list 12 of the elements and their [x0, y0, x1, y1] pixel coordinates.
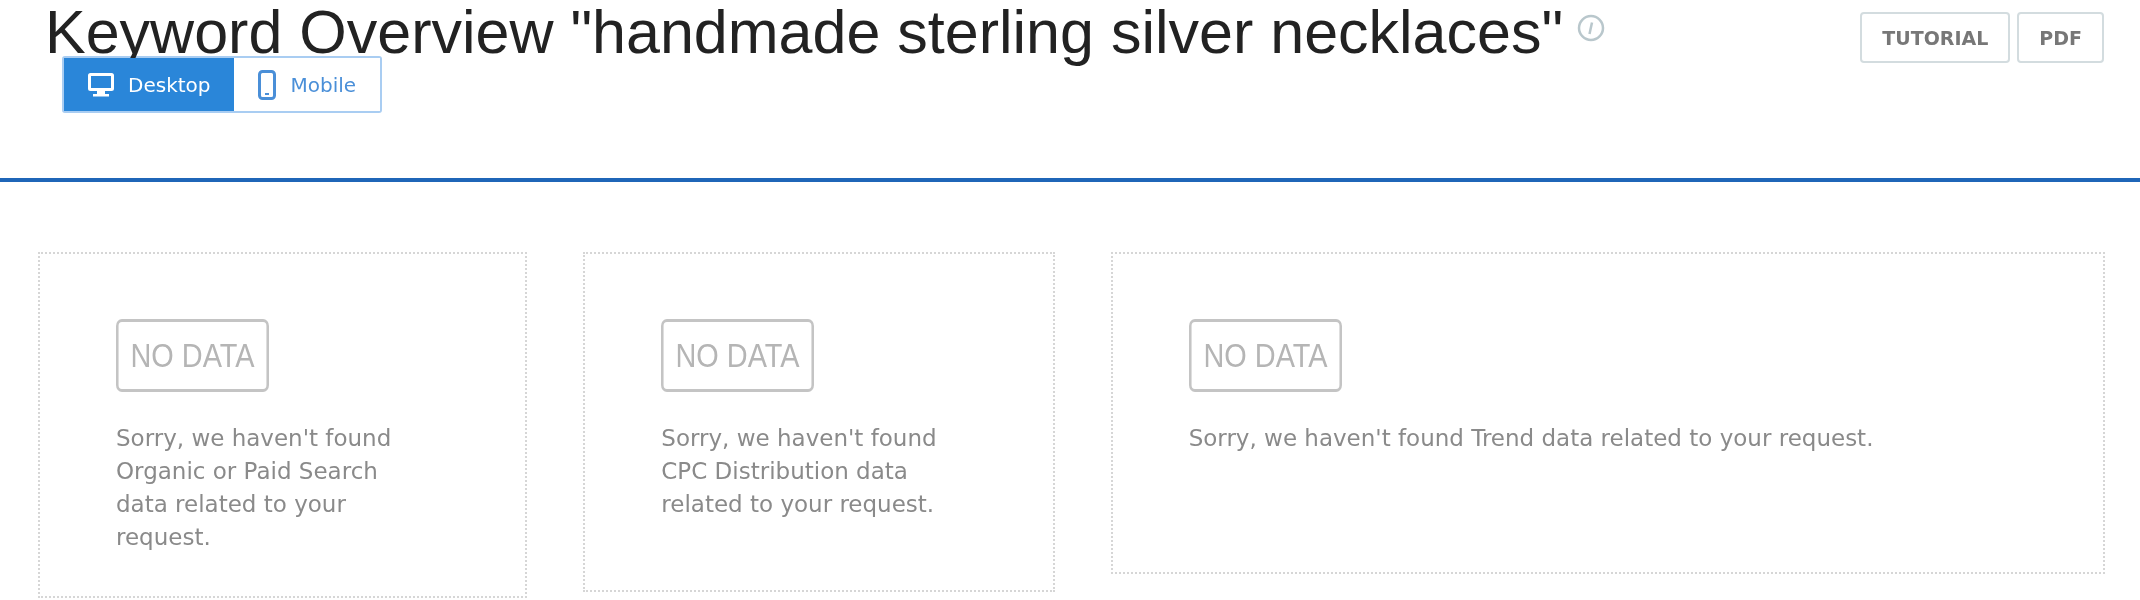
pdf-button[interactable]: PDF [2017, 12, 2104, 63]
empty-message: Sorry, we haven't found CPC Distribution data related to your request. [661, 424, 938, 519]
empty-message: Sorry, we haven't found Organic or Paid Search data related to your request. [116, 424, 393, 552]
tutorial-button[interactable]: TUTORIAL [1860, 12, 2011, 63]
monitor-icon [88, 72, 114, 97]
info-icon[interactable] [1577, 14, 1606, 42]
device-tab[interactable]: Desktop [64, 58, 235, 111]
no-data-badge: NO DATA [116, 319, 270, 392]
no-data-badge: NO DATA [661, 319, 815, 392]
empty-message: Sorry, we haven't found Trend data related to your request. [1188, 424, 1875, 453]
phone-icon [258, 69, 277, 100]
no-data-badge: NO DATA [1188, 319, 1342, 392]
